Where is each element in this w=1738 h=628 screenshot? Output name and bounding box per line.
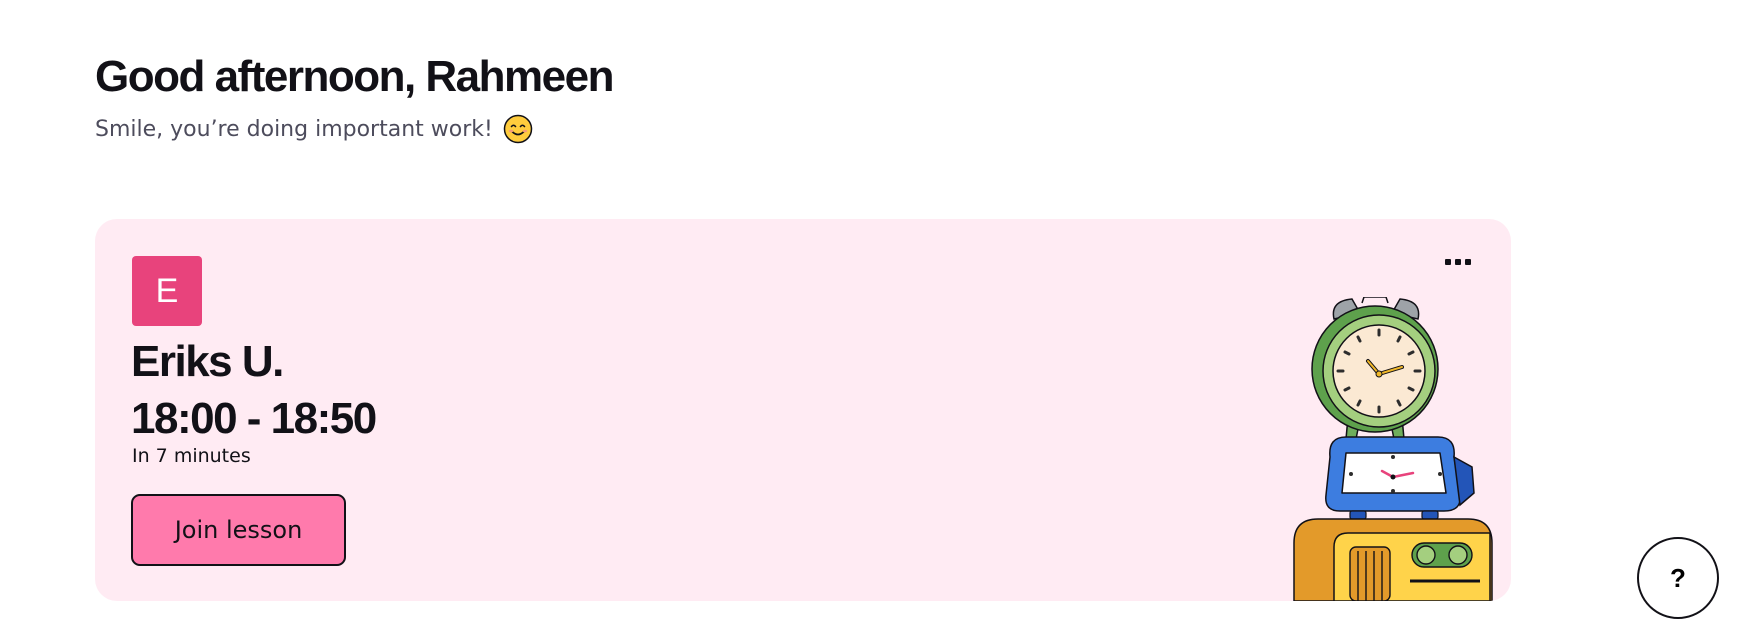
upcoming-lesson-card: E Eriks U. 18:00 - 18:50 In 7 minutes Jo… — [95, 219, 1511, 601]
dashboard-page: Good afternoon, Rahmeen Smile, you’re do… — [0, 0, 1738, 628]
more-options-icon[interactable] — [1438, 247, 1478, 277]
smiling-face-icon — [503, 114, 533, 144]
clocks-illustration — [1293, 297, 1493, 601]
subtitle-text: Smile, you’re doing important work! — [95, 116, 493, 142]
greeting-subtitle: Smile, you’re doing important work! — [95, 114, 533, 144]
greeting-title: Good afternoon, Rahmeen — [95, 52, 614, 101]
join-lesson-button[interactable]: Join lesson — [131, 494, 346, 566]
tutor-name: Eriks U. — [131, 337, 284, 386]
lesson-countdown: In 7 minutes — [132, 445, 251, 467]
help-button[interactable]: ? — [1637, 537, 1719, 619]
lesson-time-range: 18:00 - 18:50 — [131, 394, 377, 443]
tutor-avatar: E — [132, 256, 202, 326]
